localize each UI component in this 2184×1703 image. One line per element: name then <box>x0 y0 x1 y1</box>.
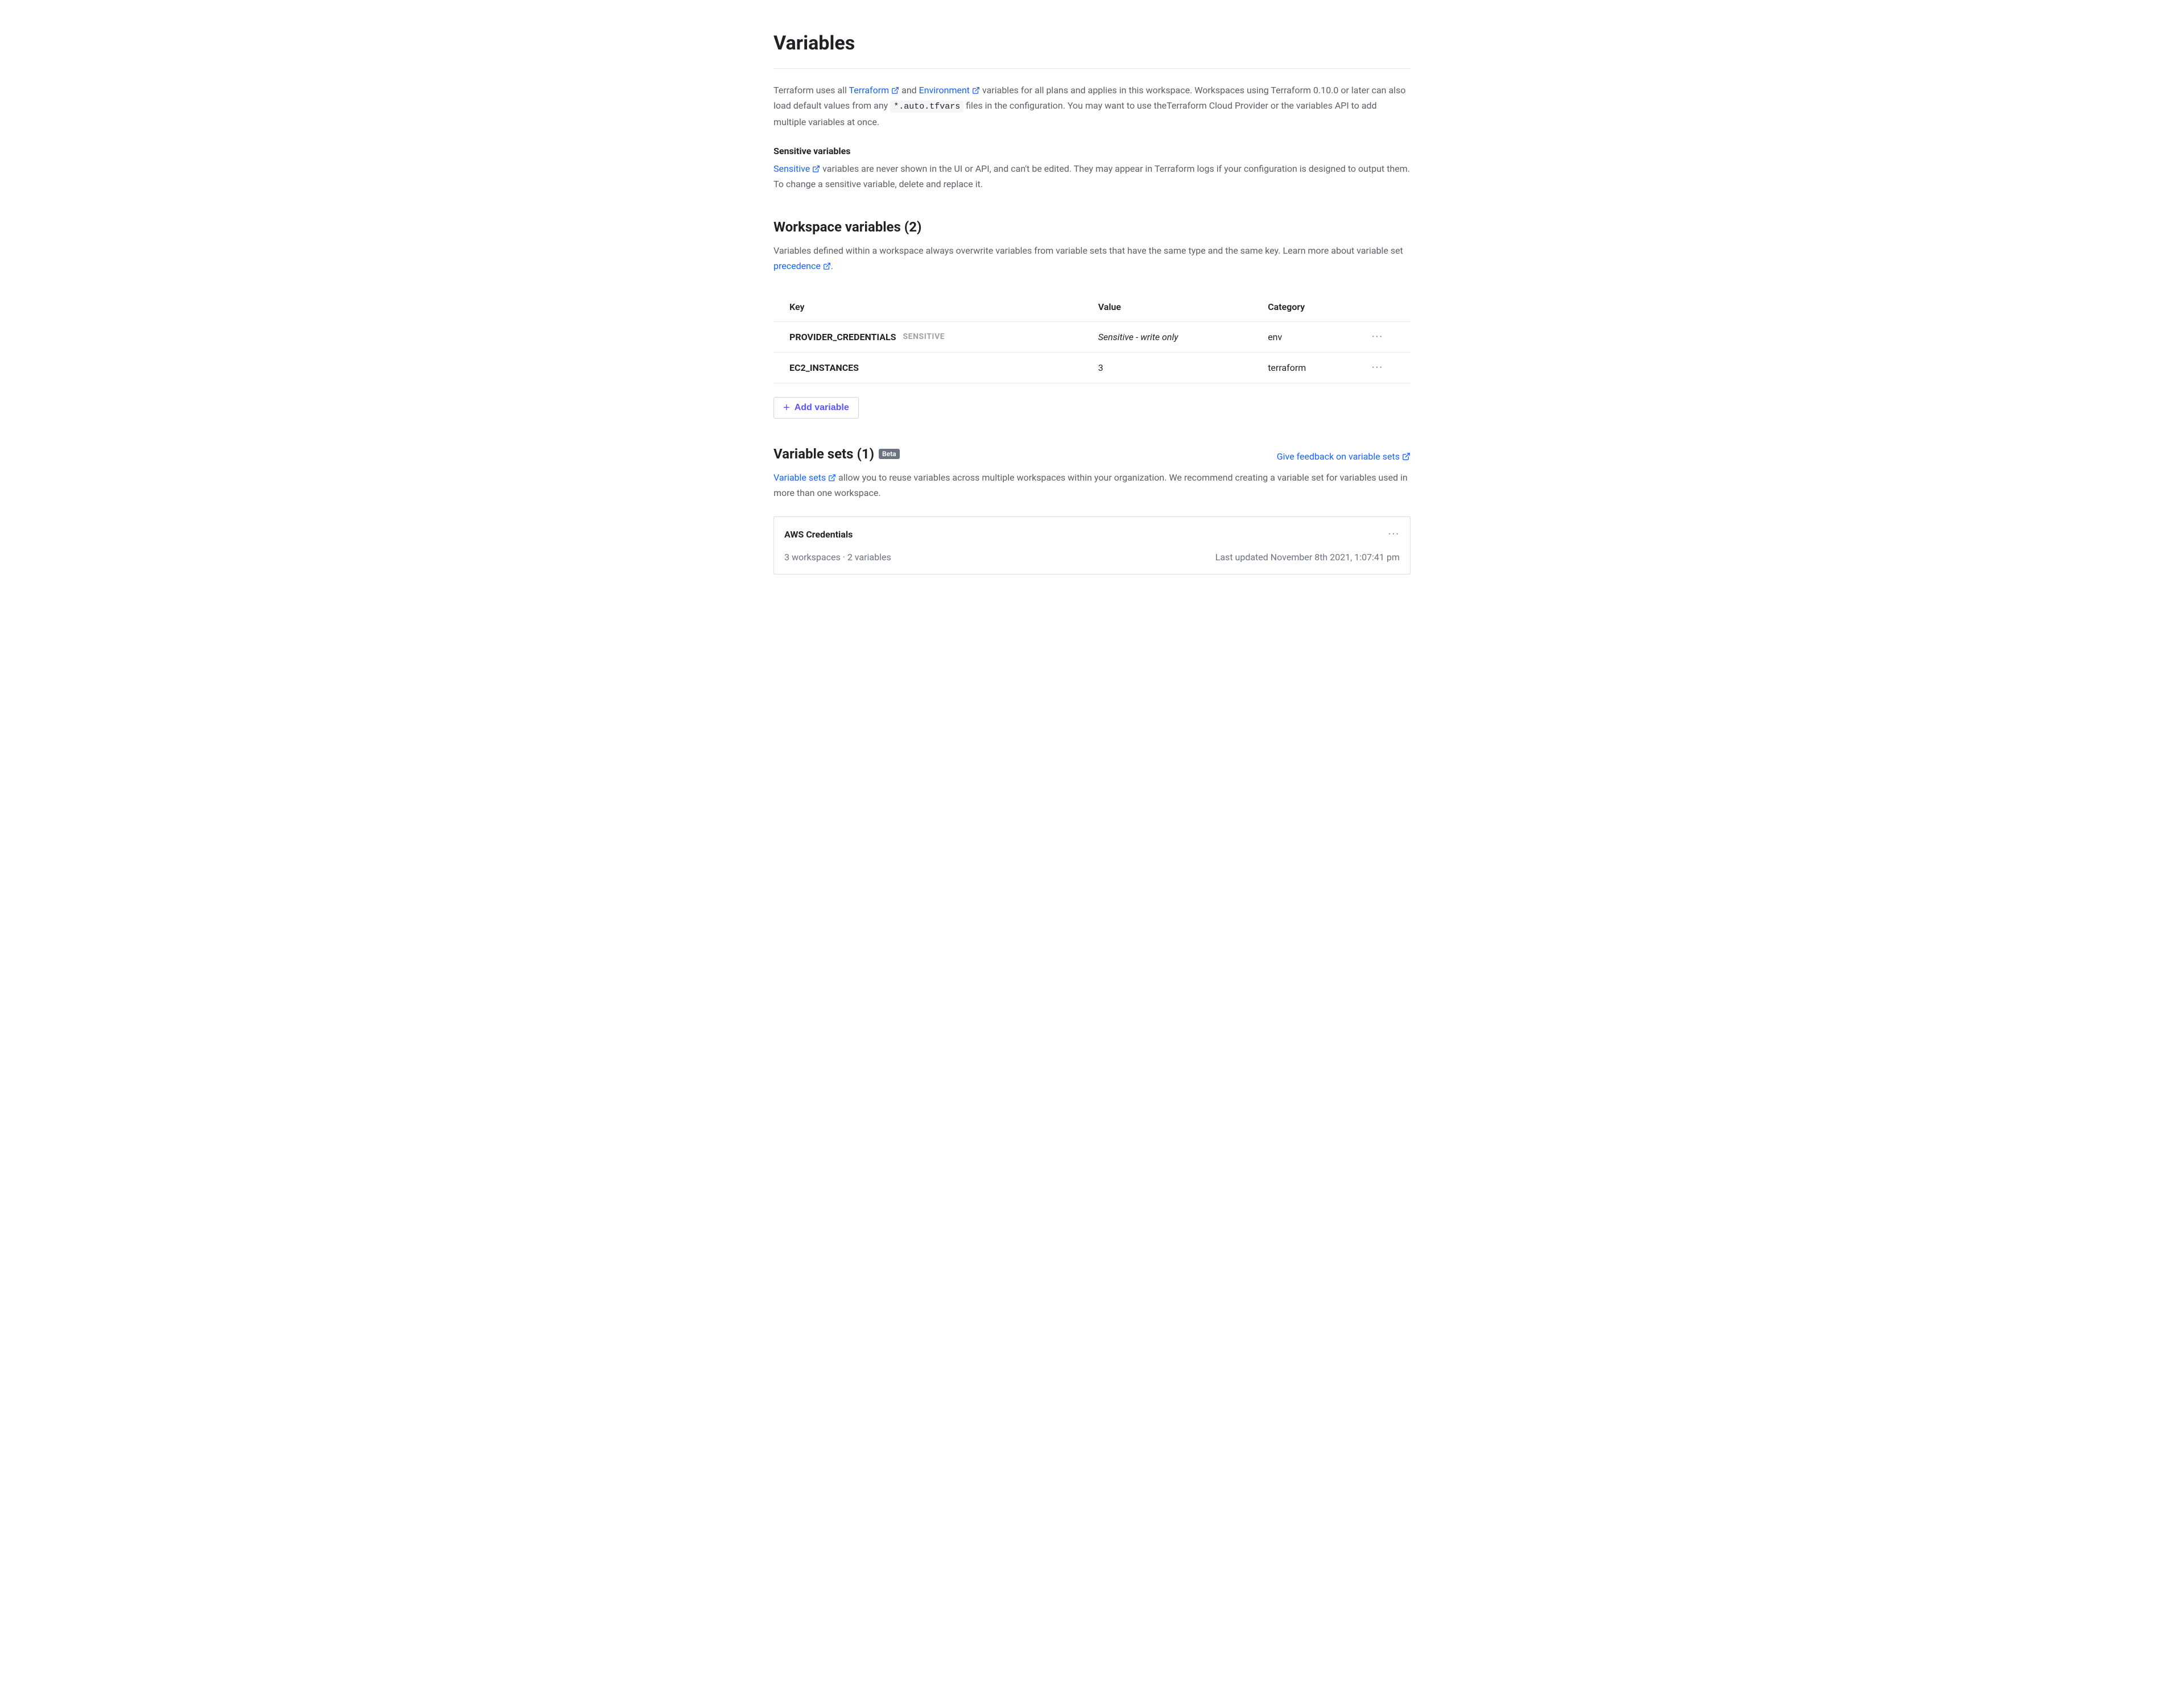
intro-text: and <box>901 85 919 96</box>
var-key-text: PROVIDER_CREDENTIALS <box>789 332 896 342</box>
variable-sets-heading-text: Variable sets (1) <box>774 446 874 462</box>
var-value: 3 <box>1098 362 1268 373</box>
environment-link-text: Environment <box>919 85 970 96</box>
row-actions-menu[interactable]: ··· <box>1360 362 1395 374</box>
external-link-icon <box>891 86 899 94</box>
workspace-vars-heading: Workspace variables (2) <box>774 219 1410 235</box>
terraform-link[interactable]: Terraform <box>849 85 900 96</box>
terraform-link-text: Terraform <box>849 85 890 96</box>
table-row: PROVIDER_CREDENTIALS SENSITIVE Sensitive… <box>774 322 1410 353</box>
table-header: Key Value Category <box>774 292 1410 322</box>
var-key-text: EC2_INSTANCES <box>789 362 859 373</box>
add-variable-label: Add variable <box>795 403 849 413</box>
var-key: EC2_INSTANCES <box>789 362 1098 373</box>
intro-paragraph: Terraform uses all Terraform and Environ… <box>774 82 1410 130</box>
feedback-link-text: Give feedback on variable sets <box>1277 451 1400 462</box>
sensitive-link-text: Sensitive <box>774 163 810 174</box>
intro-text: Terraform uses all <box>774 85 849 96</box>
row-actions-menu[interactable]: ··· <box>1360 331 1395 343</box>
table-row: EC2_INSTANCES 3 terraform ··· <box>774 353 1410 383</box>
var-category: env <box>1268 332 1360 342</box>
beta-badge: Beta <box>879 449 900 459</box>
var-category: terraform <box>1268 362 1360 373</box>
variable-sets-heading: Variable sets (1) Beta <box>774 446 900 462</box>
var-key: PROVIDER_CREDENTIALS SENSITIVE <box>789 332 1098 342</box>
external-link-icon <box>1402 452 1410 461</box>
var-value: Sensitive - write only <box>1098 332 1268 342</box>
precedence-link-text: precedence <box>774 261 821 271</box>
page-title: Variables <box>774 32 1410 69</box>
sensitive-paragraph: Sensitive variables are never shown in t… <box>774 161 1410 192</box>
feedback-link[interactable]: Give feedback on variable sets <box>1277 451 1410 462</box>
plus-icon: + <box>783 402 790 414</box>
external-link-icon <box>828 474 836 482</box>
sensitive-text: variables are never shown in the UI or A… <box>774 163 1410 189</box>
external-link-icon <box>812 165 820 173</box>
col-category: Category <box>1268 301 1360 312</box>
variable-sets-desc-text: allow you to reuse variables across mult… <box>774 472 1408 498</box>
variable-sets-link-text: Variable sets <box>774 472 826 483</box>
sensitive-badge: SENSITIVE <box>903 332 945 341</box>
variable-set-name: AWS Credentials <box>784 529 853 540</box>
sensitive-heading: Sensitive variables <box>774 146 1410 156</box>
sensitive-link[interactable]: Sensitive <box>774 163 820 174</box>
workspace-vars-table: Key Value Category PROVIDER_CREDENTIALS … <box>774 292 1410 383</box>
variable-sets-desc: Variable sets allow you to reuse variabl… <box>774 470 1410 501</box>
variable-sets-link[interactable]: Variable sets <box>774 472 836 483</box>
code-snippet: *.auto.tfvars <box>890 101 963 113</box>
workspace-vars-desc: Variables defined within a workspace alw… <box>774 243 1410 274</box>
variable-set-meta-left: 3 workspaces · 2 variables <box>784 552 891 563</box>
external-link-icon <box>823 262 831 270</box>
precedence-link[interactable]: precedence <box>774 261 831 271</box>
environment-link[interactable]: Environment <box>919 85 980 96</box>
col-key: Key <box>789 301 1098 312</box>
col-value: Value <box>1098 301 1268 312</box>
variable-set-meta-right: Last updated November 8th 2021, 1:07:41 … <box>1215 552 1400 563</box>
add-variable-button[interactable]: + Add variable <box>774 397 859 419</box>
variable-set-actions-menu[interactable]: ··· <box>1388 528 1400 540</box>
variable-set-card[interactable]: AWS Credentials ··· 3 workspaces · 2 var… <box>774 516 1410 574</box>
external-link-icon <box>972 86 980 94</box>
workspace-vars-desc-post: . <box>831 261 833 271</box>
workspace-vars-desc-text: Variables defined within a workspace alw… <box>774 245 1403 256</box>
